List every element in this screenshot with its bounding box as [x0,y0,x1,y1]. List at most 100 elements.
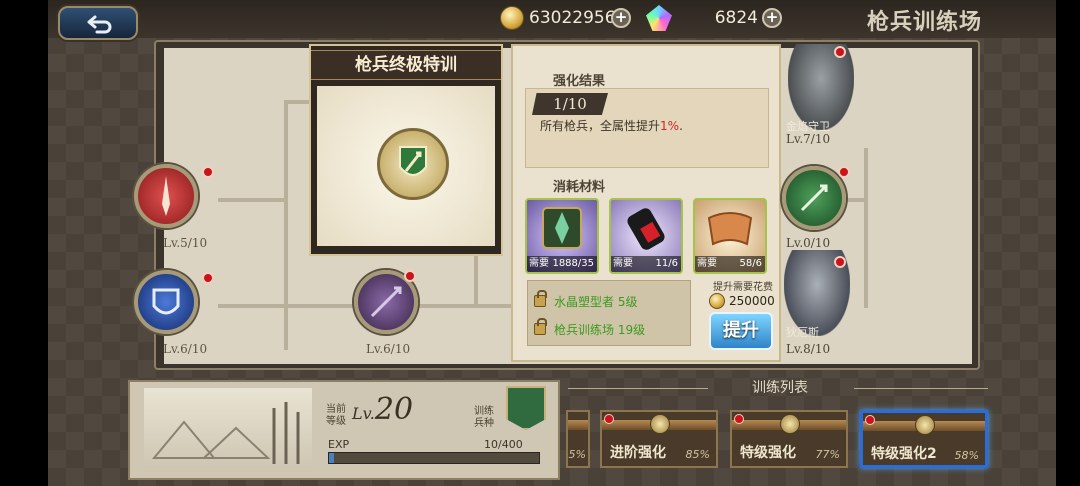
card-body [317,86,495,246]
tree-connector [218,198,288,202]
requirement-item: 水晶塑型者 5级 [534,290,637,310]
lock-icon [534,318,547,335]
top-bar: 63022956 + 6824 + 枪兵训练场 [48,0,1056,40]
node-level: Lv.6/10 [366,342,411,356]
effect-value: 1% [660,119,680,133]
material-count: 需要 58/6 [695,256,765,272]
card-rail [568,420,588,430]
card-title: 枪兵终极特训 [311,50,501,80]
camp-sketch-icon [151,402,300,464]
notification-dot [202,272,214,284]
requirement-item: 枪兵训练场 19级 [534,318,645,338]
level-prefix: Lv. [352,404,375,423]
scroll-icon [707,212,753,246]
screen: 63022956 + 6824 + 枪兵训练场 Lv.5/10 Lv.6/10 … [0,0,1080,486]
need-label: 需要 [697,258,717,269]
exp-bar-fill [329,453,335,463]
character-level: Lv.0/10 [786,236,831,250]
skill-node-blue[interactable] [134,270,198,334]
notification-dot [604,414,614,424]
exp-value: 10/400 [484,438,523,451]
coin-amount: 63022956 [529,8,616,28]
selected-skill-card[interactable]: 枪兵终极特训 [309,44,503,256]
add-coins-button[interactable]: + [611,8,631,28]
material-count: 需要 1888/35 [527,256,597,272]
skill-node-green[interactable] [782,166,846,230]
unit-type-label: 训练兵种 [474,406,494,429]
notification-dot [834,46,846,58]
character-name: 狄厄斯 [786,326,819,339]
notification-dot [865,415,875,425]
training-progress: 77% [815,448,840,461]
materials-section-title: 消耗材料 [553,180,606,195]
material-slot[interactable]: 需要 11/6 [609,198,683,274]
spear-emblem-icon [800,184,828,212]
add-gems-button[interactable]: + [762,8,782,28]
coin-counter: 63022956 + [500,6,631,30]
upgrade-detail-panel: 强化结果 1/10 所有枪兵，全属性提升1%. 消耗材料 需要 1888/35 [511,44,781,362]
back-button[interactable] [58,6,138,40]
training-card[interactable]: 特级强化 77% [730,410,848,468]
training-ground-info: 当前等级 Lv.20 训练兵种 EXP 10/400 [128,380,560,480]
exp-bar [328,452,540,464]
lock-icon [534,290,547,307]
exp-label: EXP [328,438,350,451]
training-progress: 5% [568,448,586,461]
material-slot[interactable]: 需要 58/6 [693,198,767,274]
page-title: 枪兵训练场 [866,9,982,35]
spear-emblem-icon [370,286,402,318]
shield-emblem-icon [152,288,180,315]
effect-prefix: 所有枪兵，全属性提升 [540,119,661,133]
upgrade-button[interactable]: 提升 [709,312,773,350]
training-name: 特级强化 [740,445,796,461]
cost-label: 提升需要花费 [713,282,773,293]
node-level: Lv.6/10 [163,342,208,356]
camp-illustration [144,388,312,472]
game-view: 63022956 + 6824 + 枪兵训练场 Lv.5/10 Lv.6/10 … [48,0,1056,486]
requirements-box: 水晶塑型者 5级 枪兵训练场 19级 [527,280,691,346]
notification-dot [202,166,214,178]
training-card-selected[interactable]: 特级强化2 58% [860,410,988,468]
upgrade-level: 1/10 [532,93,608,115]
cost-value: 250000 [709,292,775,310]
gem-counter: 6824 + [646,5,782,31]
character-level: Lv.8/10 [786,342,831,356]
tree-connector [864,148,868,308]
training-progress: 85% [685,448,710,461]
spear-shield-icon [399,146,427,176]
cost-amount: 250000 [729,294,775,308]
knob-icon [915,415,935,435]
potion-bottle-icon [627,208,665,250]
gold-coin-icon [500,6,524,30]
notification-dot [838,166,850,178]
spear-shield-emblem-icon [377,128,449,200]
count: 1888/35 [552,258,594,269]
need-label: 需要 [613,258,633,269]
need-label: 需要 [529,258,549,269]
gold-coin-icon [709,293,725,309]
training-progress: 58% [954,449,979,462]
effect-suffix: . [679,119,683,133]
back-arrow-icon [87,15,112,34]
notification-dot [734,414,744,424]
level-number: 20 [374,392,414,427]
current-level-label: 当前等级 [326,404,346,427]
result-section-title: 强化结果 [553,74,606,89]
training-card[interactable]: 进阶强化 85% [600,410,718,468]
relic-icon [542,207,582,249]
result-box: 1/10 所有枪兵，全属性提升1%. [525,88,769,168]
training-list-title: 训练列表 [752,380,808,396]
skill-node-red[interactable] [134,164,198,228]
training-card[interactable]: 5% [566,410,590,468]
spear-type-icon [506,386,546,430]
count: 58/6 [739,258,762,269]
tree-connector [284,100,288,350]
current-level: Lv.20 [352,392,413,427]
training-name: 进阶强化 [610,445,666,461]
rainbow-gem-icon [646,5,672,31]
material-slot[interactable]: 需要 1888/35 [525,198,599,274]
node-level: Lv.5/10 [163,236,208,250]
effect-description: 所有枪兵，全属性提升1%. [540,117,683,134]
sword-emblem-icon [162,176,170,216]
training-name: 特级强化2 [871,446,937,462]
